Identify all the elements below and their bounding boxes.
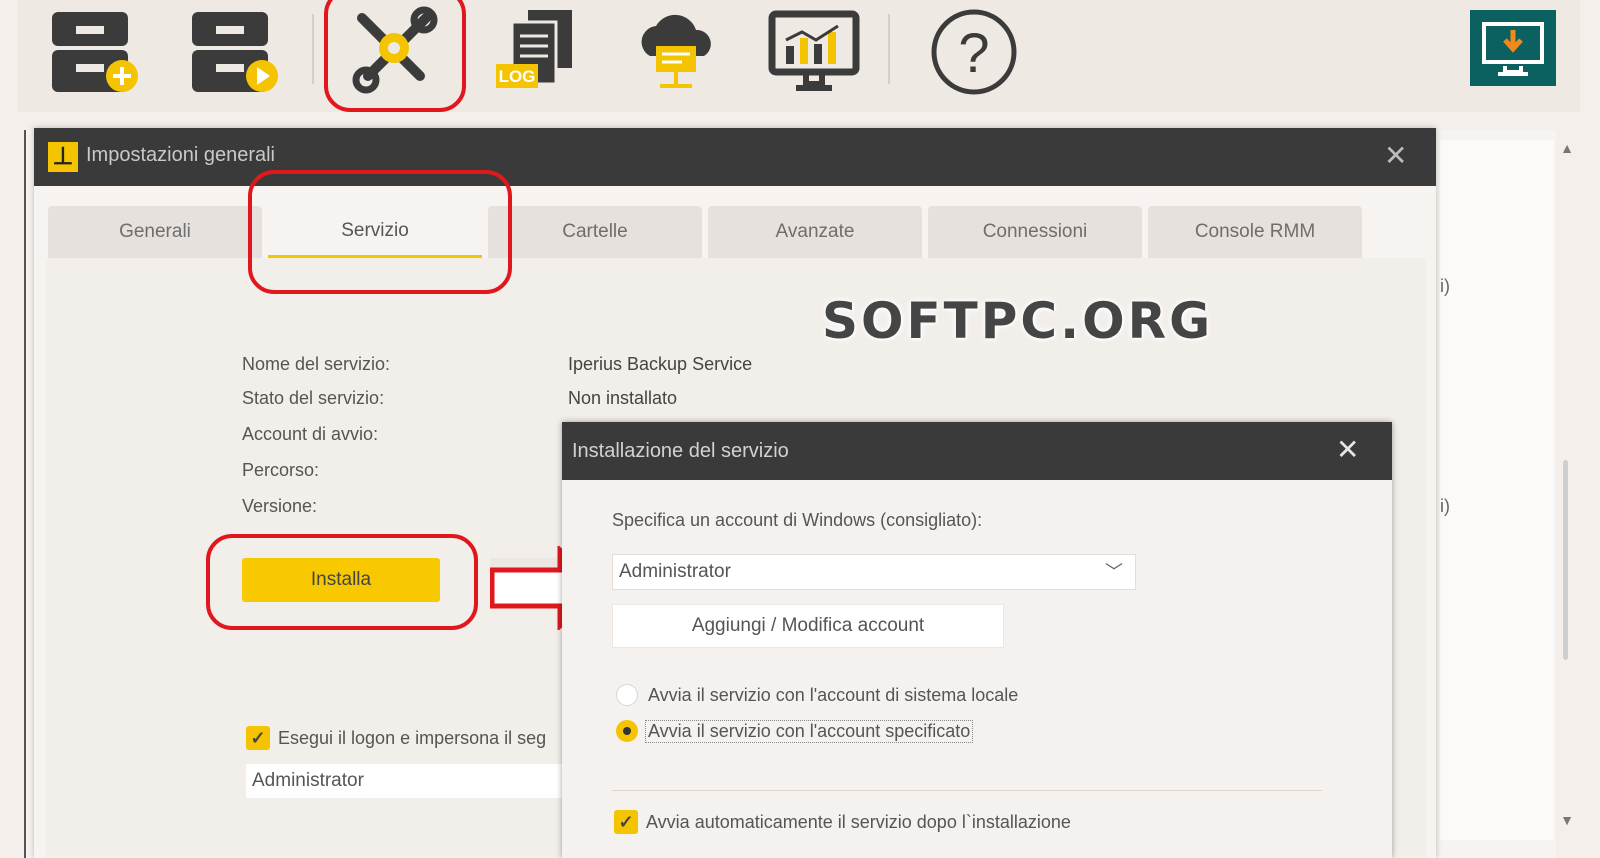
watermark-text: SOFTPC.ORG (822, 292, 1214, 350)
log-icon[interactable]: LOG (486, 2, 586, 102)
tab-cartelle[interactable]: Cartelle (488, 206, 702, 258)
section-divider (612, 790, 1322, 791)
path-label: Percorso: (242, 460, 320, 480)
close-icon[interactable]: ✕ (1336, 436, 1359, 464)
run-backup-icon[interactable] (184, 2, 284, 102)
radio-local-system-label: Avvia il servizio con l'account di siste… (648, 685, 1019, 705)
main-toolbar: LOG ? (18, 0, 1580, 112)
settings-highlight-ring (324, 0, 466, 112)
install-button-highlight-ring (206, 534, 478, 630)
radio-local-system[interactable] (616, 684, 638, 706)
tab-connessioni[interactable]: Connessioni (928, 206, 1142, 258)
cloud-server-icon[interactable] (626, 2, 726, 102)
auto-start-checkbox-label: Avvia automaticamente il servizio dopo l… (646, 812, 1071, 832)
logon-account-field[interactable]: Administrator (246, 764, 576, 798)
tab-avanzate[interactable]: Avanzate (708, 206, 922, 258)
dialog-title: Impostazioni generali (86, 144, 275, 166)
close-icon[interactable]: ✕ (1384, 142, 1407, 170)
scroll-down-icon[interactable]: ▼ (1560, 812, 1574, 828)
service-state-label: Stato del servizio: (242, 388, 385, 408)
tab-generali[interactable]: Generali (48, 206, 262, 258)
new-backup-icon[interactable] (44, 2, 144, 102)
version-label: Versione: (242, 496, 318, 516)
chevron-down-icon: ﹀ (1105, 562, 1123, 582)
radio-specified-account[interactable] (616, 720, 638, 742)
app-logo-icon: ⊥ (48, 142, 78, 172)
install-dialog-title-bar: Installazione del servizio ✕ (562, 422, 1392, 480)
background-panel (1440, 140, 1554, 840)
servizio-tab-highlight-ring (248, 170, 512, 294)
service-name-value: Iperius Backup Service (568, 354, 753, 374)
logon-checkbox-label: Esegui il logon e impersona il seg (278, 728, 547, 748)
settings-tabs: Generali Servizio Cartelle Avanzate Conn… (48, 206, 1362, 258)
service-install-dialog: Installazione del servizio ✕ Specifica u… (562, 422, 1392, 858)
help-glyph: ? (958, 21, 989, 84)
toolbar-separator (888, 14, 890, 84)
account-select[interactable]: Administrator ﹀ (612, 554, 1136, 590)
service-state-value: Non installato (568, 388, 678, 408)
tab-console-rmm[interactable]: Console RMM (1148, 206, 1362, 258)
scrollbar-thumb[interactable] (1563, 460, 1568, 660)
background-text-fragment: i) (1440, 496, 1450, 516)
toolbar-separator (312, 14, 314, 84)
add-edit-account-button[interactable]: Aggiungi / Modifica account (612, 604, 1004, 648)
dialog-title-bar: ⊥ Impostazioni generali ✕ (34, 128, 1436, 186)
radio-specified-account-label: Avvia il servizio con l'account specific… (644, 720, 974, 743)
account-select-value: Administrator (619, 561, 731, 582)
log-badge-text: LOG (499, 67, 536, 86)
monitor-chart-icon[interactable] (764, 2, 864, 102)
logon-checkbox[interactable]: ✓ (246, 726, 270, 750)
download-console-icon[interactable] (1470, 10, 1556, 86)
service-name-label: Nome del servizio: (242, 354, 391, 374)
auto-start-checkbox[interactable]: ✓ (614, 810, 638, 834)
windows-account-label: Specifica un account di Windows (consigl… (612, 510, 983, 530)
help-icon[interactable]: ? (924, 2, 1024, 102)
startup-account-label: Account di avvio: (242, 424, 379, 444)
background-text-fragment: i) (1440, 276, 1450, 296)
install-dialog-title: Installazione del servizio (572, 440, 789, 462)
scroll-up-icon[interactable]: ▲ (1560, 140, 1574, 156)
